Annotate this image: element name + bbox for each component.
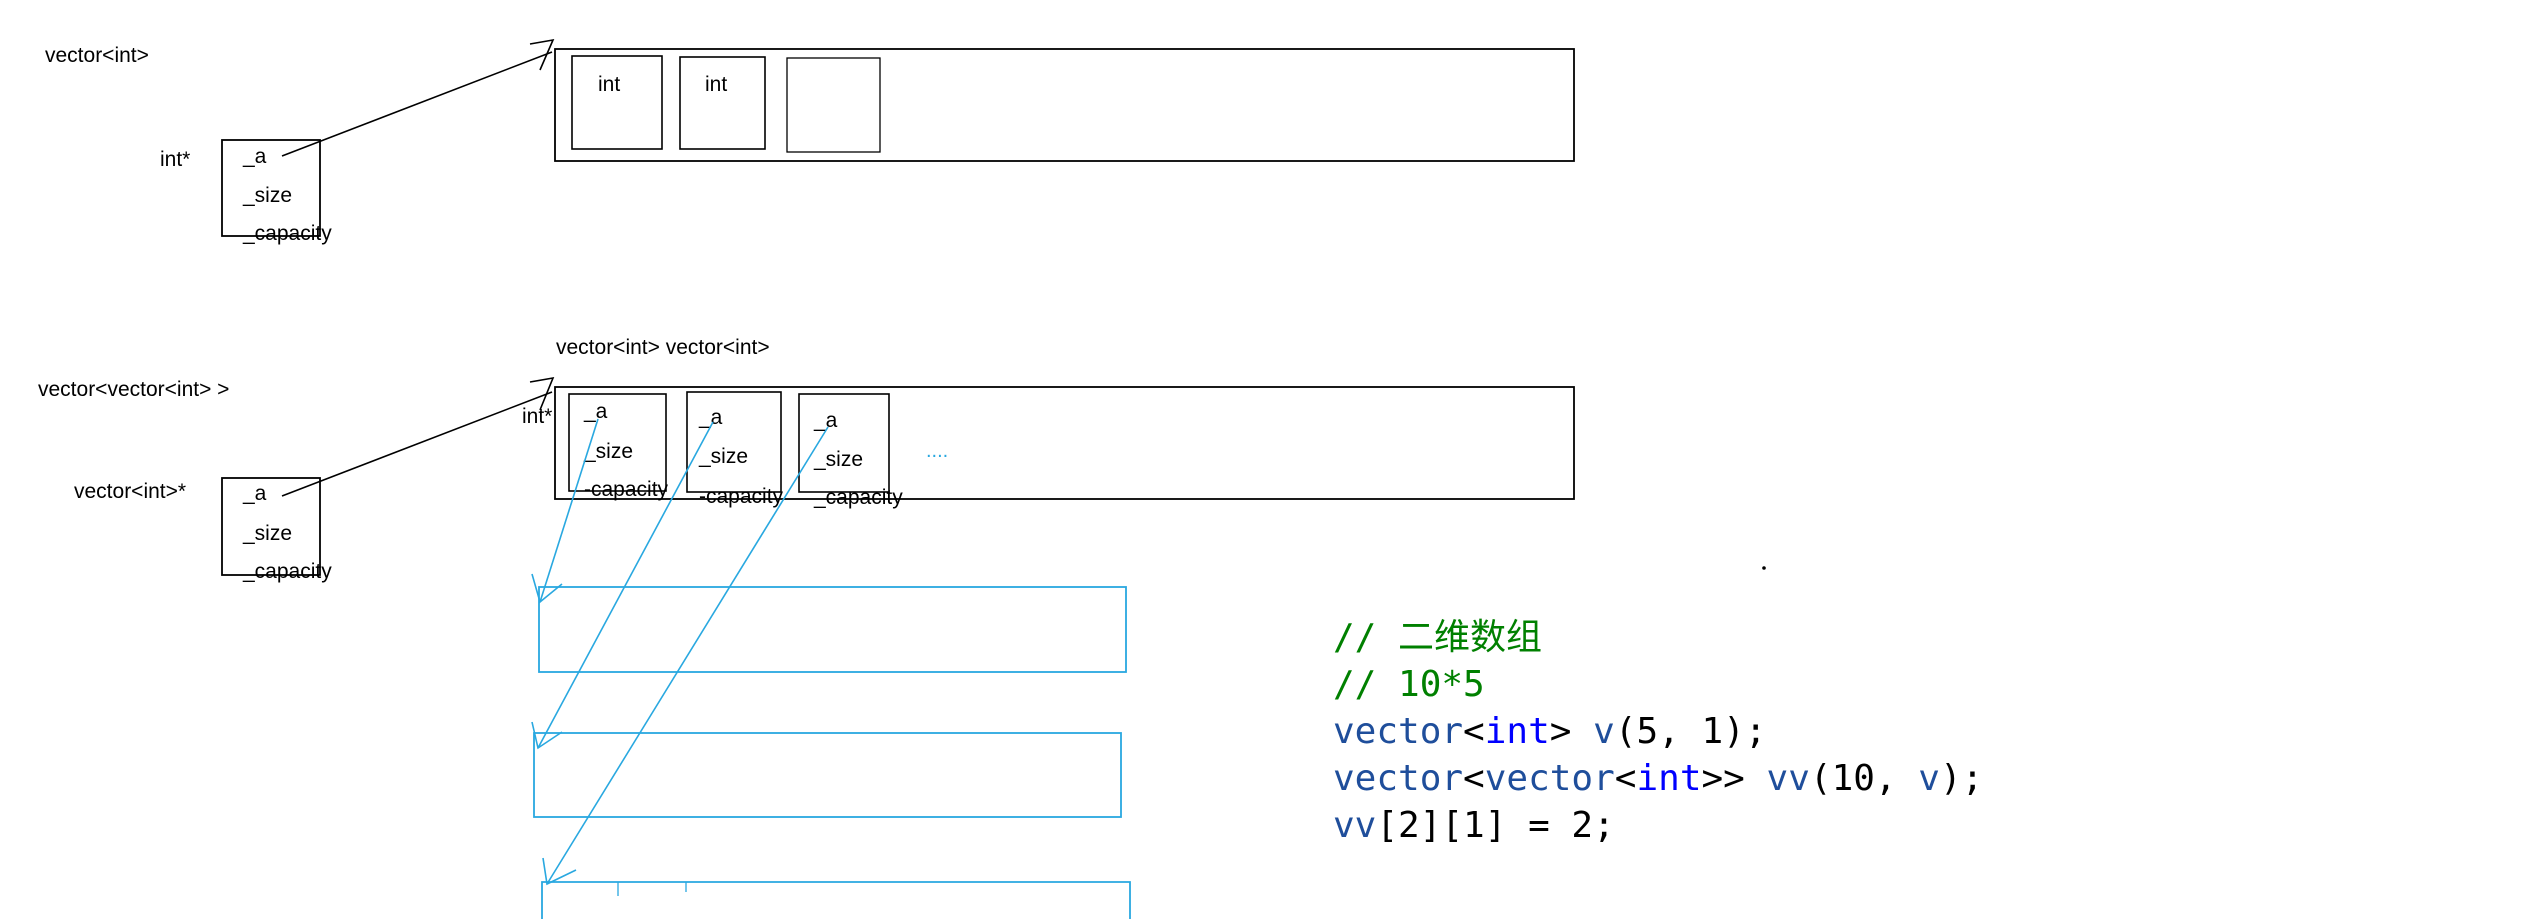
- section1-cell-label: int: [705, 73, 727, 96]
- code-type-token: vector: [1333, 758, 1463, 799]
- inner-block-field-size: _size: [698, 445, 748, 468]
- code-punct-token: <: [1615, 758, 1637, 799]
- code-punct-token: [2][1] = 2;: [1376, 805, 1614, 846]
- code-punct-token: >: [1550, 711, 1593, 752]
- code-punct-token: <: [1463, 711, 1485, 752]
- diagram-svg: vector<int> int* _a _size _capacity int …: [38, 38, 1983, 919]
- code-line-4: vector<vector<int>> vv(10, v);: [1333, 758, 1983, 799]
- code-punct-token: >>: [1702, 758, 1767, 799]
- code-comment-line: // 10*5: [1333, 664, 1485, 705]
- inner-block-field-a: _a: [813, 409, 838, 432]
- section1-pointer-arrowhead: [529, 38, 555, 71]
- section2-array-box: [554, 386, 1575, 500]
- section1-pointer-line: [281, 51, 553, 157]
- code-type-token: vector: [1333, 711, 1463, 752]
- code-ident-token: vv: [1767, 758, 1810, 799]
- section1-array-cell: [679, 56, 766, 150]
- code-line-5: vv[2][1] = 2;: [1333, 805, 1615, 846]
- section2-array-caption: vector<int> vector<int>: [556, 336, 770, 359]
- code-keyword-token: int: [1485, 711, 1550, 752]
- inner-block-field-capacity: -capacity: [699, 485, 784, 508]
- code-ident-token: v: [1918, 758, 1940, 799]
- section1-field-a: _a: [242, 145, 267, 168]
- section1-field-size: _size: [242, 184, 292, 207]
- section2-ptr-type: vector<int>*: [74, 480, 186, 503]
- inner-block-field-size: _size: [813, 448, 863, 471]
- row-pointer-arrowhead: [542, 857, 577, 886]
- row-array-box: [533, 732, 1122, 818]
- section2-field-a: _a: [242, 482, 267, 505]
- code-punct-token: <: [1463, 758, 1485, 799]
- section1-array-box: [554, 48, 1575, 162]
- row-pointer-line: [537, 421, 714, 749]
- section1-field-capacity: _capacity: [242, 222, 332, 245]
- inner-vector-block: [798, 393, 890, 493]
- section2-field-size: _size: [242, 522, 292, 545]
- section2-title: vector<vector<int> >: [38, 378, 229, 401]
- section1-title: vector<int>: [45, 44, 149, 67]
- array-ellipsis: ....: [926, 440, 948, 462]
- code-line-3: vector<int> v(5, 1);: [1333, 711, 1767, 752]
- code-keyword-token: int: [1636, 758, 1701, 799]
- code-punct-token: (5, 1);: [1615, 711, 1767, 752]
- code-punct-token: (10,: [1810, 758, 1918, 799]
- section2-inner-ptr-type: int*: [522, 405, 552, 428]
- section1-cell-label: int: [598, 73, 620, 96]
- section1-array-cell-empty: [786, 57, 881, 153]
- code-ident-token: v: [1593, 711, 1615, 752]
- code-ident-token: vv: [1333, 805, 1376, 846]
- section1-ptr-type: int*: [160, 148, 190, 171]
- stray-dot: [1762, 566, 1766, 570]
- code-punct-token: );: [1940, 758, 1983, 799]
- inner-block-field-a: _a: [583, 400, 608, 423]
- section1-array-cell: [571, 55, 663, 150]
- code-type-token: vector: [1485, 758, 1615, 799]
- row-array-tick-marks: [617, 882, 687, 896]
- section2-field-capacity: _capacity: [242, 560, 332, 583]
- row-array-box: [538, 586, 1127, 673]
- diagram-canvas: vector<int> int* _a _size _capacity int …: [0, 0, 2540, 919]
- inner-block-field-capacity: -capacity: [584, 478, 669, 501]
- row-array-box-partial: [541, 881, 1131, 919]
- inner-block-field-capacity: _capacity: [813, 486, 903, 509]
- section2-pointer-line: [281, 391, 553, 497]
- row-pointer-arrowhead: [531, 721, 563, 750]
- code-comment-line: // 二维数组: [1333, 617, 1542, 658]
